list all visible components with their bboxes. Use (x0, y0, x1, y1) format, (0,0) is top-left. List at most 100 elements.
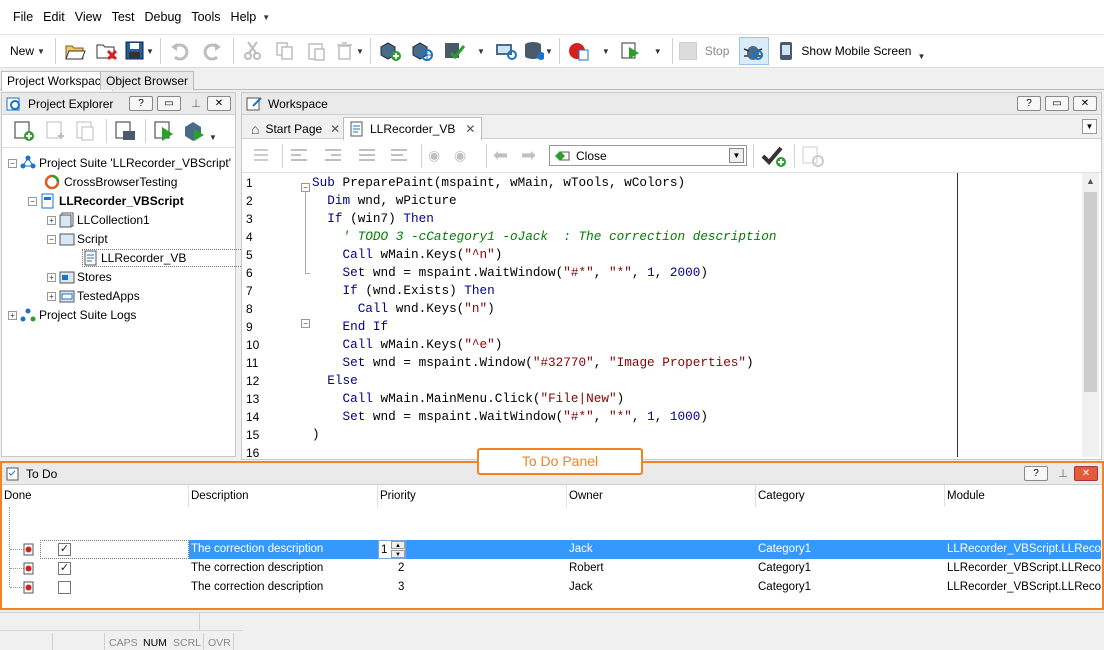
add-object-button[interactable] (375, 37, 405, 65)
forward-icon[interactable]: ➡ (521, 145, 549, 166)
spinner-up-icon[interactable]: ▲ (391, 541, 405, 549)
undo-button[interactable] (165, 37, 195, 65)
status-tab[interactable] (0, 613, 200, 631)
vertical-scrollbar[interactable]: ▲ (1082, 173, 1099, 457)
collapse-icon[interactable]: − (8, 158, 17, 168)
expand-icon[interactable]: + (47, 291, 56, 301)
expand-icon[interactable]: + (47, 272, 56, 282)
menu-tools[interactable]: Tools (186, 0, 225, 34)
code-editor[interactable]: 1 2 3 4 5 6 7 8 9 10 11 12 13 14 15 16 − − Sub PrepareP… (242, 173, 1101, 457)
tree-testedapps[interactable]: + TestedApps (47, 287, 140, 305)
menu-test[interactable]: Test (107, 0, 140, 34)
close-project-button[interactable] (92, 37, 122, 65)
col-category[interactable]: Category (756, 485, 945, 507)
debug-toggle-button[interactable] (739, 37, 770, 65)
tree-project-suite-logs[interactable]: + Project Suite Logs (8, 306, 136, 324)
menu-debug[interactable]: Debug (140, 0, 187, 34)
run-routine-icon[interactable] (252, 145, 276, 166)
close-panel-button[interactable]: ✕ (207, 96, 231, 111)
editor-settings-icon[interactable] (801, 144, 827, 168)
map-object-button[interactable] (407, 37, 437, 65)
next-bookmark-icon[interactable]: ◉ (454, 147, 480, 164)
run-button[interactable] (616, 37, 646, 65)
col-owner[interactable]: Owner (567, 485, 756, 507)
remove-item-icon[interactable] (74, 119, 100, 143)
scrollbar-thumb[interactable] (1084, 192, 1097, 392)
new-button[interactable]: New ▼ (6, 37, 49, 65)
col-priority[interactable]: Priority (378, 485, 567, 507)
cut-button[interactable] (238, 37, 268, 65)
add-existing-icon[interactable] (44, 119, 70, 143)
close-tab-icon[interactable]: ✕ (465, 122, 475, 136)
tree-script[interactable]: − Script (47, 230, 108, 248)
tab-start-page[interactable]: ⌂ Start Page ✕ (245, 118, 346, 139)
tree-llcollection[interactable]: + LLCollection1 (47, 211, 150, 229)
expand-icon[interactable]: + (8, 310, 17, 320)
run-project-icon[interactable] (152, 119, 178, 143)
collapse-icon[interactable]: − (28, 196, 37, 206)
expand-icon[interactable]: + (47, 215, 56, 225)
delete-dropdown-icon[interactable]: ▼ (356, 47, 364, 56)
menu-overflow-icon[interactable]: ▼ (262, 13, 270, 22)
paste-button[interactable] (302, 37, 332, 65)
run-dropdown-icon[interactable]: ▼ (654, 47, 662, 56)
stop-button[interactable]: Stop (677, 37, 732, 65)
col-description[interactable]: Description (189, 485, 378, 507)
menu-file[interactable]: File (8, 0, 38, 34)
mobile-dropdown-icon[interactable]: ▼ (917, 52, 925, 61)
fold-icon[interactable]: − (301, 183, 310, 192)
open-button[interactable] (60, 37, 90, 65)
record-dropdown-icon[interactable]: ▼ (602, 47, 610, 56)
col-module[interactable]: Module (945, 485, 1104, 507)
back-icon[interactable]: ⬅ (493, 145, 521, 166)
database-button[interactable]: ▼ (523, 37, 553, 65)
close-panel-button[interactable]: ✕ (1073, 96, 1097, 111)
menu-edit[interactable]: Edit (38, 0, 70, 34)
table-row[interactable]: The correction description 3 Jack Catego… (2, 578, 1104, 597)
outdent-icon[interactable] (323, 145, 349, 166)
delete-button[interactable]: ▼ (334, 37, 364, 65)
run-selected-icon[interactable] (182, 119, 208, 143)
routine-selector[interactable]: Close ▼ (549, 145, 747, 166)
tree-project-suite[interactable]: − Project Suite 'LLRecorder_VBScript' (8, 154, 231, 172)
help-button[interactable]: ? (129, 96, 153, 111)
pin-icon[interactable]: ⊥ (1052, 467, 1074, 480)
tab-list-dropdown-icon[interactable]: ▼ (1082, 119, 1097, 134)
run-selected-dropdown-icon[interactable]: ▼ (209, 133, 217, 142)
pin-icon[interactable]: ⊥ (185, 97, 207, 110)
done-checkbox[interactable]: ✓ (58, 543, 71, 556)
collapse-icon[interactable]: − (47, 234, 56, 244)
done-checkbox[interactable] (58, 581, 71, 594)
tab-object-browser[interactable]: Object Browser (100, 71, 195, 90)
tree-stores[interactable]: + Stores (47, 268, 112, 286)
save-button[interactable]: ▼ (124, 37, 154, 65)
menu-view[interactable]: View (70, 0, 107, 34)
new-dropdown-icon[interactable]: ▼ (37, 47, 45, 56)
scroll-up-icon[interactable]: ▲ (1082, 173, 1099, 190)
close-tab-icon[interactable]: ✕ (330, 122, 340, 136)
done-checkbox[interactable]: ✓ (58, 562, 71, 575)
tree-llrecorder-vb[interactable]: LLRecorder_VB (82, 249, 248, 267)
help-button[interactable]: ? (1024, 466, 1048, 481)
restore-button[interactable]: ▭ (1045, 96, 1069, 111)
uncomment-icon[interactable] (389, 145, 415, 166)
table-row[interactable]: ✓ The correction description 1 ▲ ▼ Jack … (2, 540, 1104, 559)
save-dropdown-icon[interactable]: ▼ (146, 47, 154, 56)
col-done[interactable]: Done (2, 485, 189, 507)
comment-icon[interactable] (357, 145, 383, 166)
redo-button[interactable] (197, 37, 227, 65)
routine-dropdown-icon[interactable]: ▼ (729, 148, 744, 163)
spinner-down-icon[interactable]: ▼ (391, 550, 405, 558)
tab-project-workspace[interactable]: Project Workspace (1, 71, 114, 91)
help-button[interactable]: ? (1017, 96, 1041, 111)
properties-icon[interactable] (113, 119, 139, 143)
copy-button[interactable] (270, 37, 300, 65)
table-row[interactable]: ✓ The correction description 2 Robert Ca… (2, 559, 1104, 578)
record-button[interactable] (564, 37, 594, 65)
add-item-icon[interactable] (12, 119, 38, 143)
show-mobile-screen-button[interactable]: Show Mobile Screen ▼ (775, 37, 929, 65)
priority-spinner[interactable]: 1 ▲ ▼ (378, 540, 406, 559)
tree-project[interactable]: − LLRecorder_VBScript (28, 192, 184, 210)
add-todo-icon[interactable] (760, 144, 788, 168)
indent-icon[interactable] (289, 145, 315, 166)
